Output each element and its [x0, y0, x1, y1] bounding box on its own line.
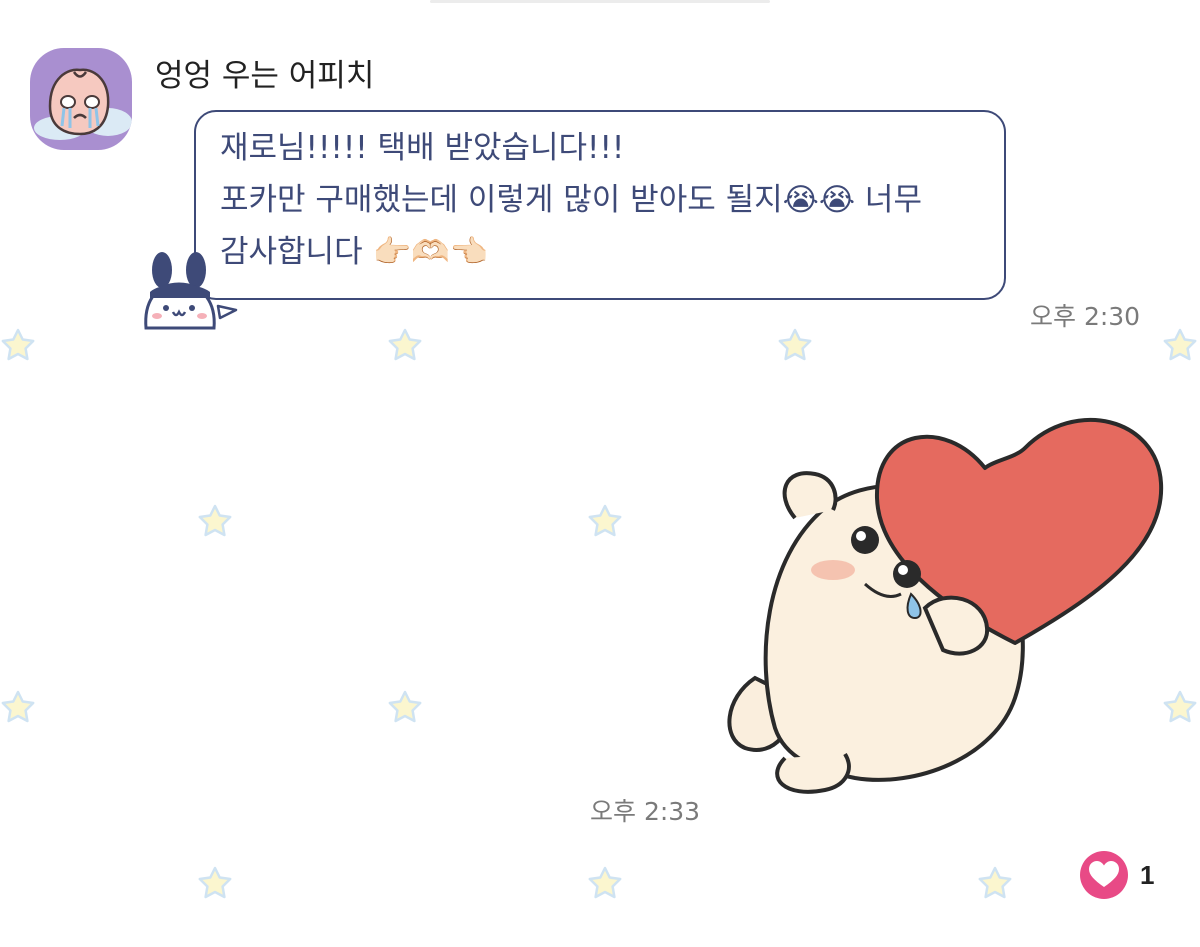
top-divider: [430, 0, 770, 3]
message-line: 포카만 구매했는데 이렇게 많이 받아도 될지😭😭 너무: [220, 182, 922, 218]
crying-peach-icon: [34, 68, 132, 140]
sticker-timestamp: 오후 2:33: [590, 797, 701, 826]
sender-avatar[interactable]: [30, 48, 132, 150]
reaction-badge[interactable]: 1: [1080, 851, 1154, 899]
heart-icon: [1080, 851, 1128, 899]
message-timestamp: 오후 2:30: [1030, 302, 1141, 331]
reaction-count: 1: [1140, 859, 1155, 890]
message-bubble[interactable]: 재로님!!!!! 택배 받았습니다!!! 포카만 구매했는데 이렇게 많이 받아…: [194, 110, 1006, 300]
sender-name: 엉엉 우는 어피치: [155, 58, 375, 94]
message-line: 감사합니다 👉🏻🫶🏻👈🏻: [220, 234, 489, 270]
bear-heart-sticker[interactable]: [715, 398, 1175, 798]
message-line: 재로님!!!!! 택배 받았습니다!!!: [220, 130, 625, 166]
bunny-mascot-icon: [144, 252, 238, 330]
